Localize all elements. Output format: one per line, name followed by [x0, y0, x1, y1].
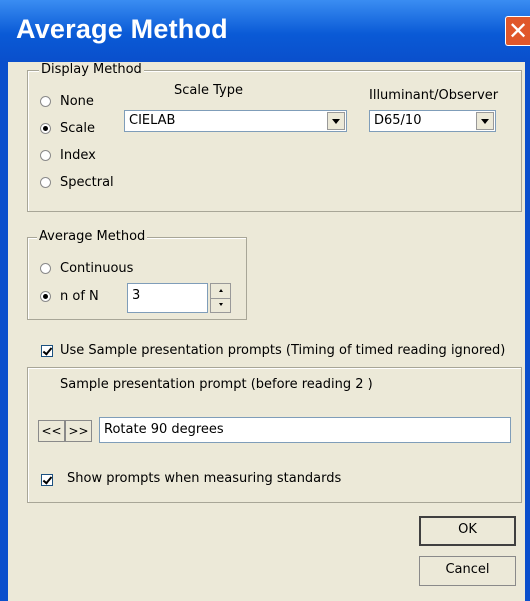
- radio-spectral[interactable]: Spectral: [40, 175, 114, 190]
- ok-button[interactable]: OK: [419, 516, 516, 546]
- prompt-text-value: Rotate 90 degrees: [104, 422, 224, 437]
- use-prompts-label: Use Sample presentation prompts (Timing …: [60, 343, 506, 358]
- use-prompts-checkbox[interactable]: [41, 345, 53, 357]
- radio-n-of-n-indicator[interactable]: [40, 291, 51, 302]
- radio-spectral-indicator[interactable]: [40, 177, 51, 188]
- prev-prompt-button[interactable]: <<: [38, 420, 65, 442]
- scale-type-value: CIELAB: [129, 113, 176, 128]
- show-standards-checkbox[interactable]: [41, 474, 53, 486]
- radio-none[interactable]: None: [40, 94, 94, 109]
- spin-up-icon[interactable]: [211, 284, 230, 299]
- illuminant-value: D65/10: [374, 113, 422, 128]
- chevron-down-icon[interactable]: [327, 112, 345, 130]
- close-button[interactable]: ✕: [505, 16, 530, 46]
- next-prompt-button[interactable]: >>: [65, 420, 92, 442]
- radio-none-label: None: [60, 94, 94, 109]
- radio-index-indicator[interactable]: [40, 150, 51, 161]
- radio-scale-label: Scale: [60, 121, 95, 136]
- window-left-border: [0, 62, 8, 601]
- prompt-text-input[interactable]: Rotate 90 degrees: [99, 417, 511, 443]
- n-value-spinner[interactable]: [210, 283, 231, 313]
- n-value-text: 3: [132, 288, 141, 303]
- close-icon: ✕: [507, 17, 529, 45]
- radio-n-of-n-label: n of N: [60, 289, 99, 304]
- radio-continuous[interactable]: Continuous: [40, 261, 133, 276]
- window-right-border: [525, 62, 530, 601]
- display-method-legend: Display Method: [39, 62, 144, 77]
- chevron-down-icon[interactable]: [476, 112, 494, 130]
- show-standards-label: Show prompts when measuring standards: [67, 471, 342, 486]
- average-method-legend: Average Method: [37, 229, 148, 244]
- radio-index[interactable]: Index: [40, 148, 96, 163]
- prompt-caption: Sample presentation prompt (before readi…: [60, 377, 373, 392]
- radio-index-label: Index: [60, 148, 96, 163]
- radio-none-indicator[interactable]: [40, 96, 51, 107]
- scale-type-select[interactable]: CIELAB: [124, 110, 347, 132]
- n-value-input[interactable]: 3: [127, 283, 208, 313]
- radio-scale-indicator[interactable]: [40, 123, 51, 134]
- radio-continuous-label: Continuous: [60, 261, 134, 276]
- spin-down-icon[interactable]: [211, 298, 230, 312]
- radio-continuous-indicator[interactable]: [40, 263, 51, 274]
- title-bar[interactable]: Average Method ✕: [0, 0, 530, 62]
- radio-spectral-label: Spectral: [60, 175, 114, 190]
- scale-type-label: Scale Type: [174, 83, 243, 98]
- window-title: Average Method: [16, 14, 228, 44]
- radio-scale[interactable]: Scale: [40, 121, 95, 136]
- illuminant-select[interactable]: D65/10: [369, 110, 496, 132]
- illuminant-label: Illuminant/Observer: [369, 88, 499, 103]
- radio-n-of-n[interactable]: n of N: [40, 289, 99, 304]
- cancel-button[interactable]: Cancel: [419, 556, 516, 586]
